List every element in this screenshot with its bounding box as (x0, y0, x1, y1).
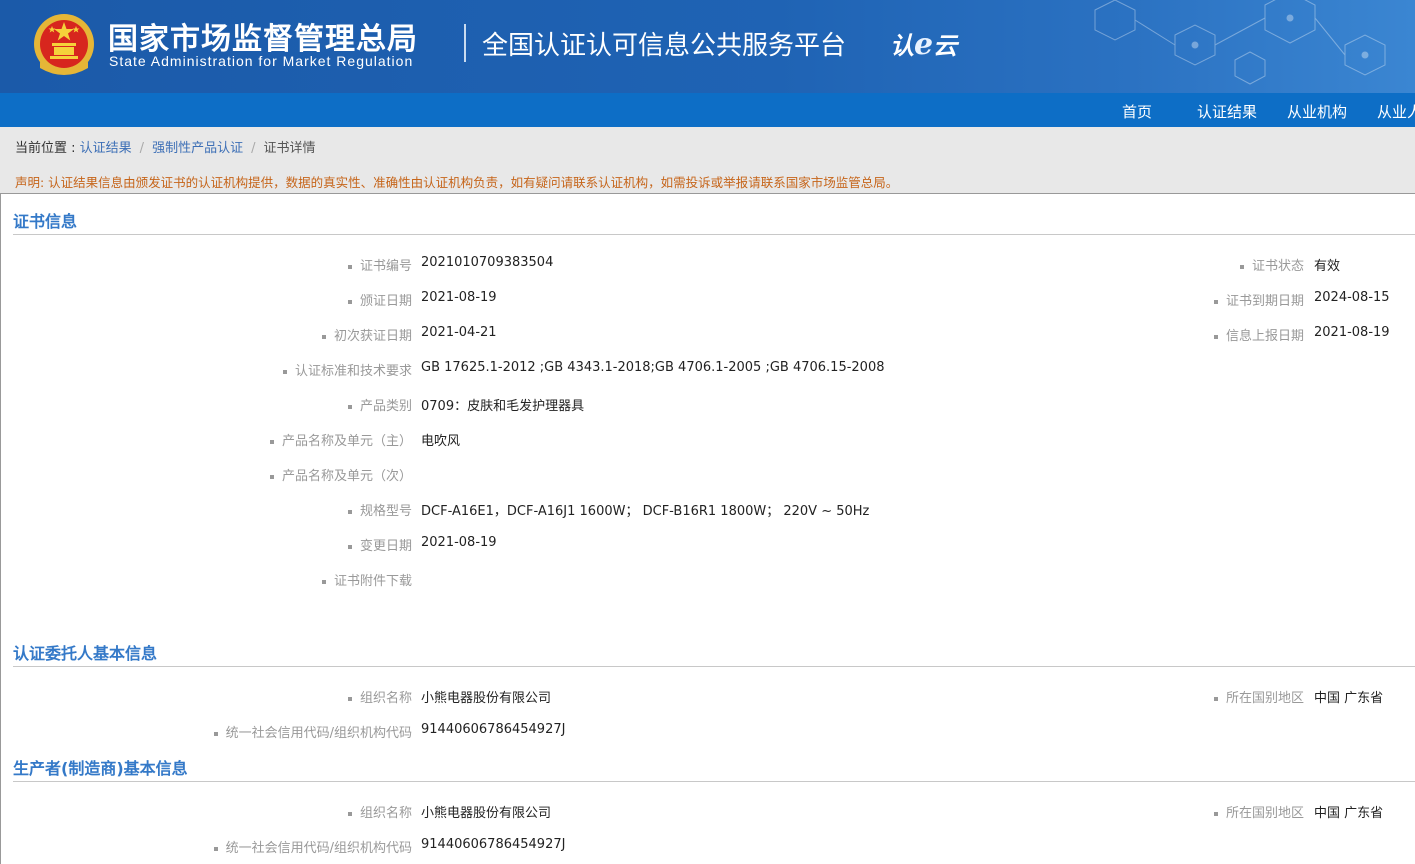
logo-char-3: 云 (933, 31, 958, 60)
nav-item-personnel[interactable]: 从业人 (1377, 101, 1415, 122)
square-bullet-icon (347, 264, 352, 269)
field-label: 证书附件下载 (321, 570, 412, 589)
org-name-cn: 国家市场监督管理总局 (108, 22, 418, 57)
square-bullet-icon (213, 731, 218, 736)
square-bullet-icon (1239, 264, 1244, 269)
square-bullet-icon (347, 811, 352, 816)
field-label: 颁证日期 (347, 290, 412, 309)
square-bullet-icon (1213, 811, 1218, 816)
cert-status-value: 有效 (1314, 259, 1341, 274)
main-nav: 首页 认证结果 从业机构 从业人 (0, 93, 1415, 127)
square-bullet-icon (1213, 334, 1218, 339)
product-name-main-value: 电吹风 (421, 434, 461, 449)
field-label: 证书编号 (347, 255, 412, 274)
cert-number-value: 2021010709383504 (421, 255, 554, 270)
site-header: 国家市场监督管理总局 State Administration for Mark… (0, 0, 1415, 93)
nav-item-institutions[interactable]: 从业机构 (1287, 101, 1347, 122)
manufacturer-code-value: 91440606786454927J (421, 837, 566, 852)
field-label: 变更日期 (347, 535, 412, 554)
standards-value: GB 17625.1-2012 ;GB 4343.1-2018;GB 4706.… (421, 360, 885, 375)
square-bullet-icon (269, 439, 274, 444)
change-date-value: 2021-08-19 (421, 535, 497, 550)
platform-title: 全国认证认可信息公共服务平台 (482, 31, 847, 61)
org-name-en: State Administration for Market Regulati… (109, 53, 414, 69)
square-bullet-icon (321, 579, 326, 584)
breadcrumb-current: 证书详情 (263, 141, 316, 156)
breadcrumb-ccc[interactable]: 强制性产品认证 (152, 141, 243, 156)
section-divider (13, 666, 1415, 667)
nav-item-home[interactable]: 首页 (1122, 101, 1152, 122)
square-bullet-icon (282, 369, 287, 374)
square-bullet-icon (213, 846, 218, 851)
section-title-cert: 证书信息 (13, 212, 78, 231)
square-bullet-icon (347, 299, 352, 304)
square-bullet-icon (347, 696, 352, 701)
header-divider (464, 24, 466, 62)
section-divider (13, 781, 1415, 782)
section-title-manufacturer: 生产者(制造商)基本信息 (13, 759, 188, 778)
field-label: 认证标准和技术要求 (282, 360, 412, 379)
field-label: 规格型号 (347, 500, 412, 519)
manufacturer-org-value: 小熊电器股份有限公司 (421, 806, 552, 821)
field-label: 证书状态 (1239, 255, 1304, 274)
expiry-date-value: 2024-08-15 (1314, 290, 1390, 305)
applicant-region-value: 中国 广东省 (1314, 691, 1384, 706)
square-bullet-icon (269, 474, 274, 479)
field-label: 初次获证日期 (321, 325, 412, 344)
applicant-org-value: 小熊电器股份有限公司 (421, 691, 552, 706)
breadcrumb-separator: / (139, 141, 145, 156)
field-label: 信息上报日期 (1213, 325, 1304, 344)
model-spec-value: DCF-A16E1，DCF-A16J1 1600W； DCF-B16R1 180… (421, 504, 870, 519)
section-title-applicant: 认证委托人基本信息 (13, 644, 158, 663)
breadcrumb-separator: / (251, 141, 256, 156)
square-bullet-icon (347, 404, 352, 409)
national-emblem-icon (34, 14, 94, 75)
breadcrumb-bar: 当前位置 : 认证结果 / 强制性产品认证 / 证书详情 声明: 认证结果信息由颁发证书… (0, 127, 1415, 193)
square-bullet-icon (347, 509, 352, 514)
field-label: 统一社会信用代码/组织机构代码 (213, 722, 412, 741)
field-label: 所在国别地区 (1213, 687, 1304, 706)
breadcrumb-prefix: 当前位置 : (15, 141, 80, 156)
logo-char-1: 认 (890, 31, 914, 60)
issue-date-value: 2021-08-19 (421, 290, 497, 305)
hexagon-pattern-decoration (1094, 0, 1386, 85)
field-label: 组织名称 (347, 802, 412, 821)
content-panel: 证书信息 证书编号 2021010709383504 颁证日期 2021-08-… (0, 193, 1415, 864)
field-label: 组织名称 (347, 687, 412, 706)
first-cert-date-value: 2021-04-21 (421, 325, 497, 340)
report-date-value: 2021-08-19 (1314, 325, 1390, 340)
nav-item-cert-results[interactable]: 认证结果 (1197, 101, 1257, 122)
platform-logo: 认e云 (890, 26, 957, 62)
field-label: 产品类别 (347, 395, 412, 414)
manufacturer-region-value: 中国 广东省 (1314, 806, 1384, 821)
product-category-value: 0709：皮肤和毛发护理器具 (421, 399, 585, 414)
square-bullet-icon (1213, 696, 1218, 701)
square-bullet-icon (321, 334, 326, 339)
breadcrumb: 当前位置 : 认证结果 / 强制性产品认证 / 证书详情 (15, 137, 315, 156)
disclaimer-notice: 声明: 认证结果信息由颁发证书的认证机构提供，数据的真实性、准确性由认证机构负责… (15, 175, 899, 190)
breadcrumb-cert-results[interactable]: 认证结果 (80, 141, 132, 156)
field-label: 统一社会信用代码/组织机构代码 (213, 837, 412, 856)
section-divider (13, 234, 1415, 235)
field-label: 产品名称及单元（主） (269, 430, 412, 449)
logo-char-2: e (914, 27, 934, 62)
square-bullet-icon (347, 544, 352, 549)
square-bullet-icon (1213, 299, 1218, 304)
field-label: 所在国别地区 (1213, 802, 1304, 821)
applicant-code-value: 91440606786454927J (421, 722, 566, 737)
field-label: 证书到期日期 (1213, 290, 1304, 309)
field-label: 产品名称及单元（次） (269, 465, 412, 484)
